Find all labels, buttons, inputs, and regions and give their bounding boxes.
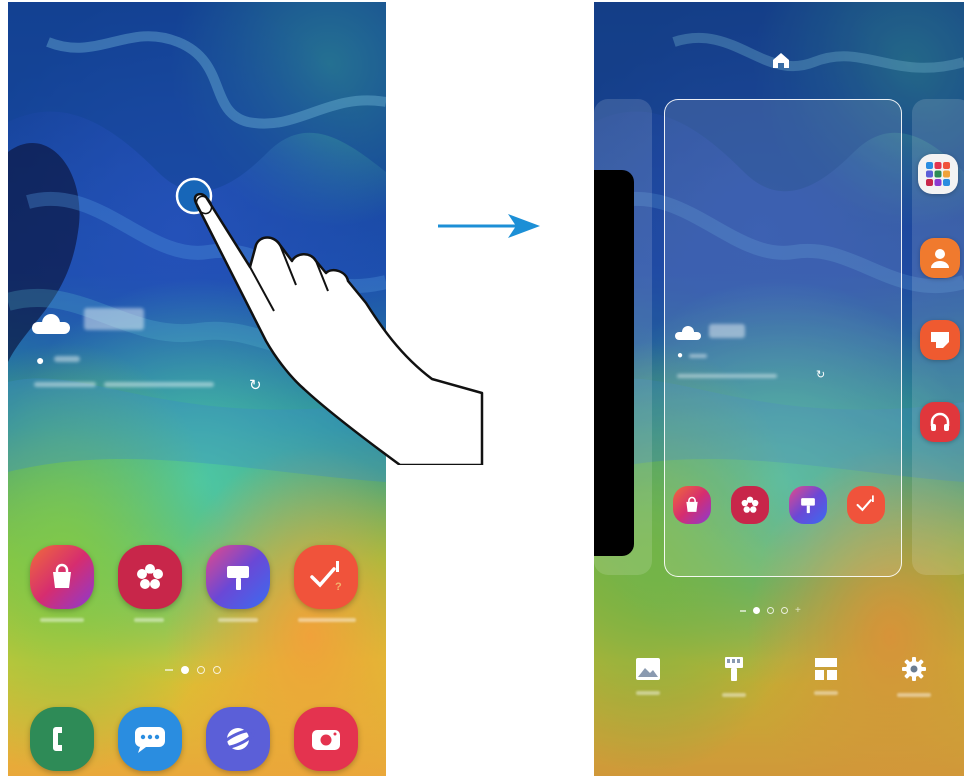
app-label — [134, 618, 164, 622]
home-icon[interactable] — [771, 50, 791, 75]
option-label — [897, 693, 931, 697]
contacts-app — [920, 238, 960, 278]
weather-date — [677, 374, 777, 378]
gallery-app — [731, 486, 769, 524]
notes-app — [920, 320, 960, 360]
weather-date — [34, 382, 96, 387]
theme-app[interactable] — [206, 545, 270, 609]
paint-roller-icon — [801, 498, 815, 514]
theme-app — [789, 486, 827, 524]
previous-page-preview — [594, 170, 634, 556]
widgets-icon — [815, 658, 837, 680]
phone-app[interactable] — [30, 707, 94, 771]
contact-icon — [931, 249, 949, 268]
chat-bubble-icon — [135, 727, 165, 753]
weather-cloud-icon — [32, 314, 70, 334]
planet-icon — [220, 728, 256, 750]
shopping-bag-icon — [686, 496, 698, 512]
camera-app[interactable] — [294, 707, 358, 771]
checkmark-icon — [856, 495, 874, 512]
page-indicator-dash — [165, 669, 173, 671]
app-label — [298, 618, 356, 622]
weather-location — [54, 356, 80, 362]
transition-arrow — [438, 212, 542, 245]
paint-roller-icon — [227, 566, 249, 590]
app-folder — [918, 154, 958, 194]
page-indicator[interactable] — [165, 666, 221, 674]
home-screen-edit-mode[interactable]: ● ↻ + — [594, 2, 964, 776]
checkmark-icon: ? — [310, 561, 342, 593]
camera-icon — [312, 730, 340, 750]
app-label — [40, 618, 84, 622]
page-dot — [197, 666, 205, 674]
page-dot — [767, 607, 774, 614]
weather-location — [689, 354, 707, 358]
current-page-panel[interactable]: ● ↻ — [664, 99, 902, 577]
location-pin-icon: ● — [677, 350, 684, 361]
location-pin-icon: ● — [36, 352, 45, 368]
home-screen-settings-option[interactable] — [884, 655, 944, 697]
page-dot — [781, 607, 788, 614]
music-app — [920, 402, 960, 442]
image-icon — [636, 658, 660, 680]
paint-roller-icon — [725, 657, 743, 681]
page-dot-active — [753, 607, 760, 614]
weather-temperature — [709, 324, 745, 338]
option-label — [636, 691, 660, 695]
app-folder-icon — [926, 162, 950, 186]
reminder-app — [847, 486, 885, 524]
weather-temperature — [84, 308, 144, 330]
weather-cloud-icon — [675, 326, 701, 340]
note-icon — [931, 332, 949, 348]
page-dot-active — [181, 666, 189, 674]
widgets-option[interactable] — [796, 657, 856, 695]
internet-app[interactable] — [206, 707, 270, 771]
svg-text:?: ? — [335, 581, 342, 593]
add-page-icon: + — [795, 604, 801, 616]
option-label — [722, 693, 746, 697]
refresh-icon: ↻ — [816, 368, 826, 381]
messages-app[interactable] — [118, 707, 182, 771]
flower-icon — [741, 496, 759, 513]
option-label — [814, 691, 838, 695]
app-label — [218, 618, 258, 622]
shopping-bag-icon — [53, 563, 71, 588]
galaxy-store-app — [673, 486, 711, 524]
page-indicator-dash — [740, 609, 746, 612]
galaxy-store-app[interactable] — [30, 545, 94, 609]
arrow-right-icon — [438, 214, 540, 238]
headphones-icon — [930, 412, 950, 431]
reminder-app[interactable]: ? — [294, 545, 358, 609]
themes-option[interactable] — [704, 655, 764, 697]
phone-icon — [53, 727, 62, 751]
page-dot — [213, 666, 221, 674]
gear-icon — [902, 657, 926, 681]
flower-icon — [137, 564, 163, 589]
page-indicator[interactable]: + — [740, 604, 801, 616]
gallery-app[interactable] — [118, 545, 182, 609]
wallpapers-option[interactable] — [618, 657, 678, 695]
